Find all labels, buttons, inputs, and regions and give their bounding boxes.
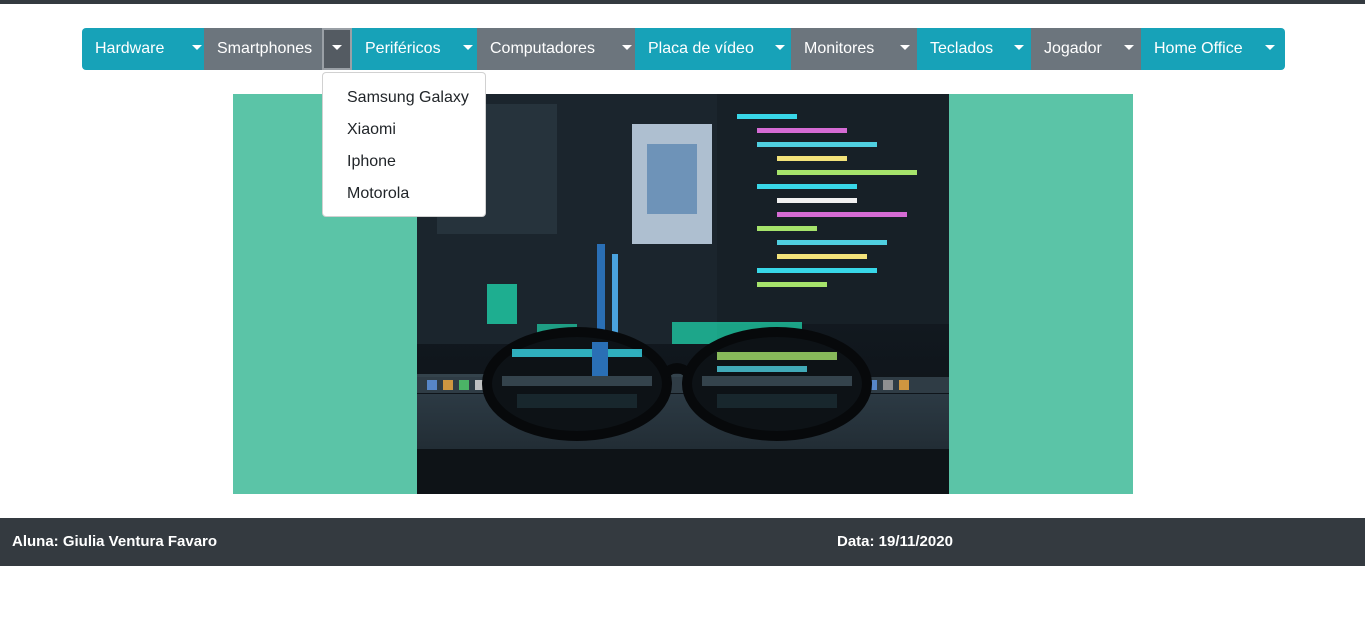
glasses-code-photo [417, 94, 949, 494]
menu-placa-de-video-button[interactable]: Placa de vídeo [635, 28, 768, 70]
menu-perifericos: Periféricos [352, 28, 477, 70]
caret-down-icon [192, 45, 202, 50]
dropdown-item-motorola[interactable]: Motorola [323, 178, 485, 210]
menu-hardware-button[interactable]: Hardware [82, 28, 190, 70]
menu-monitores-button[interactable]: Monitores [791, 28, 893, 70]
category-nav: Hardware Smartphones Periféricos Computa… [82, 28, 1285, 70]
caret-down-icon [1265, 45, 1275, 50]
caret-down-icon [1124, 45, 1134, 50]
menu-smartphones: Smartphones [204, 28, 352, 70]
menu-perifericos-button[interactable]: Periféricos [352, 28, 458, 70]
menu-teclados: Teclados [917, 28, 1031, 70]
menu-placa-de-video: Placa de vídeo [635, 28, 791, 70]
smartphones-dropdown-menu: Samsung Galaxy Xiaomi Iphone Motorola [322, 72, 486, 217]
hero-image [417, 94, 949, 494]
menu-perifericos-toggle[interactable] [458, 28, 477, 70]
menu-placa-de-video-toggle[interactable] [768, 28, 791, 70]
menu-home-office: Home Office [1141, 28, 1285, 70]
caret-down-icon [774, 45, 785, 50]
caret-down-icon [1013, 45, 1024, 50]
caret-down-icon [621, 45, 632, 50]
menu-home-office-button[interactable]: Home Office [1141, 28, 1255, 70]
menu-smartphones-button[interactable]: Smartphones [204, 28, 322, 70]
menu-monitores: Monitores [791, 28, 917, 70]
caret-down-icon [462, 45, 473, 50]
dropdown-item-iphone[interactable]: Iphone [323, 146, 485, 178]
menu-jogador-button[interactable]: Jogador [1031, 28, 1117, 70]
dropdown-item-samsung-galaxy[interactable]: Samsung Galaxy [323, 82, 485, 114]
menu-computadores: Computadores [477, 28, 635, 70]
menu-smartphones-toggle[interactable] [322, 28, 352, 70]
student-name: Aluna: Giulia Ventura Favaro [12, 533, 218, 550]
page-footer: Aluna: Giulia Ventura Favaro Data: 19/11… [0, 518, 1365, 566]
caret-down-icon [900, 45, 910, 50]
menu-monitores-toggle[interactable] [893, 28, 917, 70]
menu-computadores-toggle[interactable] [618, 28, 635, 70]
top-border [0, 0, 1365, 4]
menu-teclados-toggle[interactable] [1006, 28, 1031, 70]
menu-home-office-toggle[interactable] [1255, 28, 1285, 70]
menu-computadores-button[interactable]: Computadores [477, 28, 618, 70]
menu-jogador-toggle[interactable] [1117, 28, 1141, 70]
dropdown-item-xiaomi[interactable]: Xiaomi [323, 114, 485, 146]
menu-hardware-toggle[interactable] [190, 28, 204, 70]
menu-hardware: Hardware [82, 28, 204, 70]
caret-down-icon [332, 45, 342, 50]
menu-teclados-button[interactable]: Teclados [917, 28, 1006, 70]
menu-jogador: Jogador [1031, 28, 1141, 70]
footer-date: Data: 19/11/2020 [837, 533, 953, 550]
